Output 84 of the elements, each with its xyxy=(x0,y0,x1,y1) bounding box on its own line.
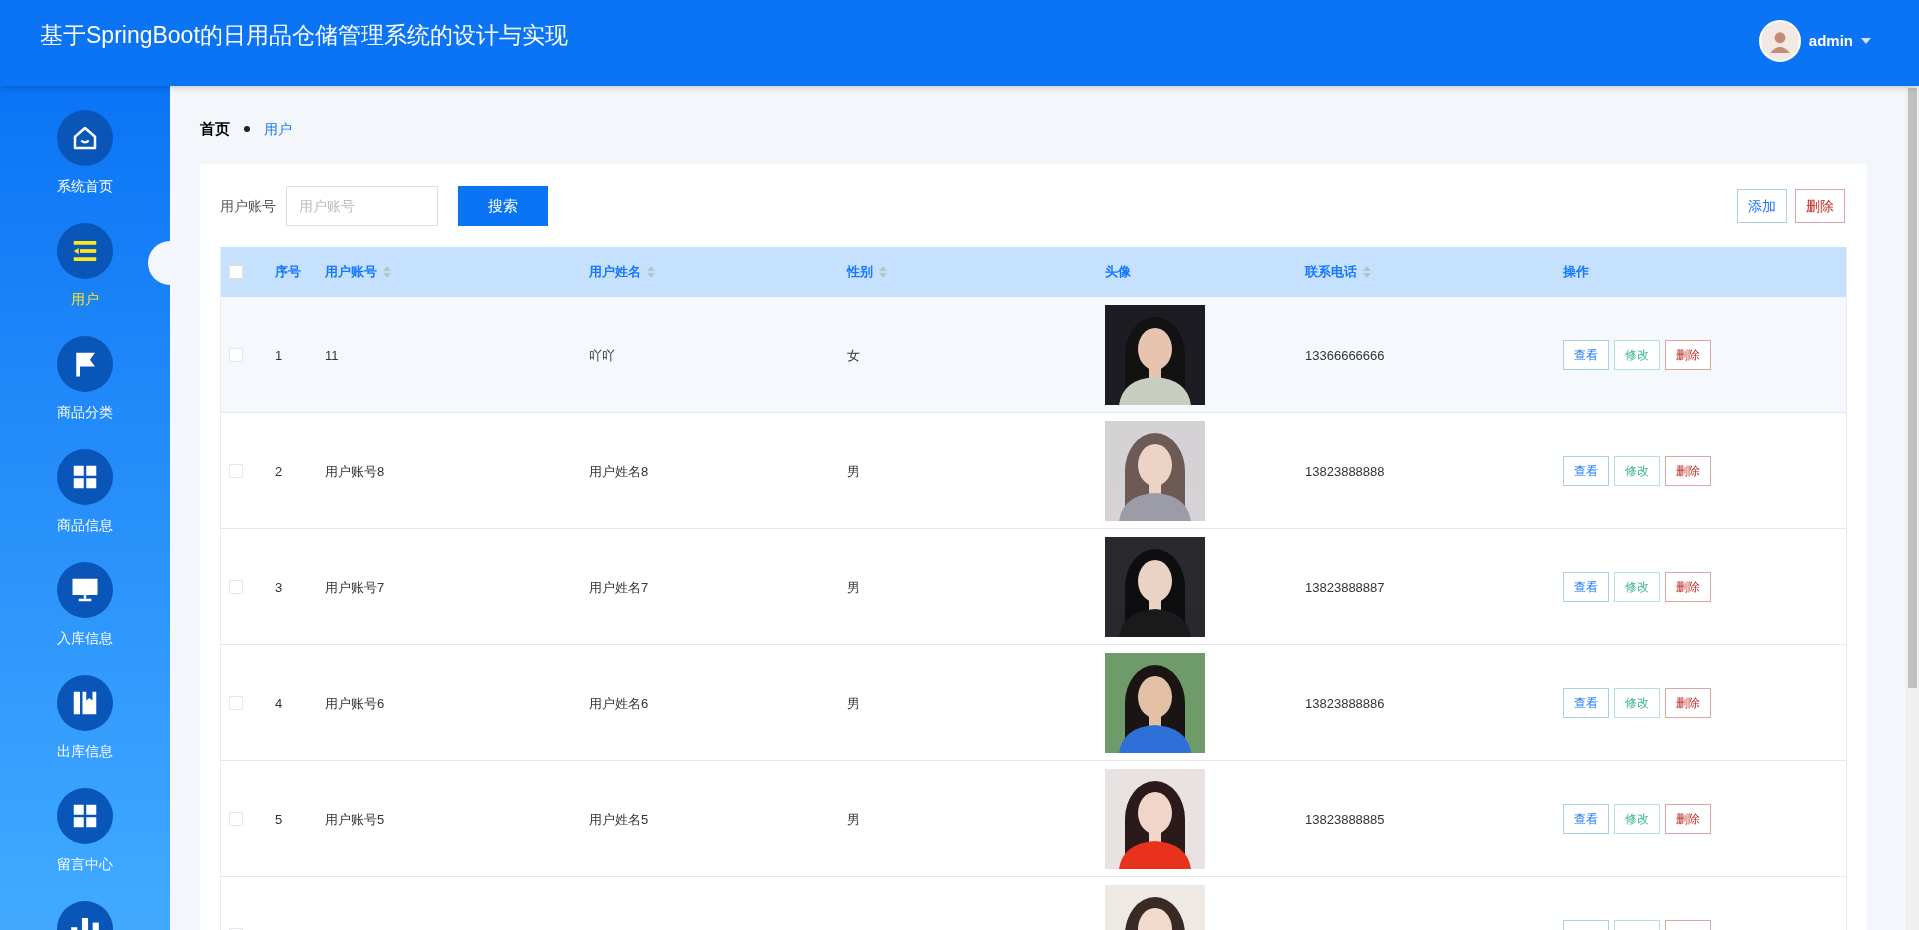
table-cell: 11 xyxy=(325,347,339,363)
table-cell: 用户账号8 xyxy=(325,463,385,479)
view-button[interactable]: 查看 xyxy=(1563,339,1609,370)
table-cell: 用户姓名6 xyxy=(589,695,649,711)
column-header[interactable]: 性别 xyxy=(847,262,873,282)
search-field[interactable]: 用户账号 xyxy=(286,186,438,226)
delete-button[interactable]: 删除 xyxy=(1665,339,1711,370)
table-cell: 用户姓名7 xyxy=(589,579,649,595)
sort-icon[interactable] xyxy=(383,266,391,278)
table-cell: 吖吖 xyxy=(589,347,615,363)
delete-button[interactable]: 删除 xyxy=(1795,189,1845,223)
row-checkbox[interactable] xyxy=(229,347,243,362)
user-avatar[interactable] xyxy=(1758,20,1801,62)
table-cell: 13823888886 xyxy=(1305,695,1385,711)
sidebar-label: 系统首页 xyxy=(57,177,113,196)
sidebar-label: 出库信息 xyxy=(57,742,113,761)
view-button[interactable]: 查看 xyxy=(1563,455,1609,486)
column-header: 头像 xyxy=(1105,263,1131,282)
table-cell: 男 xyxy=(847,463,860,479)
table-cell: 用户姓名5 xyxy=(589,811,649,827)
delete-button[interactable]: 删除 xyxy=(1665,687,1711,718)
search-label: 用户账号 xyxy=(220,196,276,216)
row-checkbox[interactable] xyxy=(229,579,243,594)
sort-icon[interactable] xyxy=(879,266,887,278)
view-button[interactable]: 查看 xyxy=(1563,571,1609,602)
view-button[interactable]: 查看 xyxy=(1563,803,1609,834)
scrollbar[interactable] xyxy=(1905,86,1919,930)
table-cell: 13823888885 xyxy=(1305,811,1385,827)
column-header[interactable]: 用户姓名 xyxy=(589,262,641,282)
delete-button[interactable]: 删除 xyxy=(1665,455,1711,486)
table-cell: 用户姓名8 xyxy=(589,463,649,479)
add-button[interactable]: 添加 xyxy=(1737,189,1787,223)
table-cell: 1 xyxy=(275,347,283,363)
sidebar-item[interactable]: 用户 xyxy=(0,223,170,310)
row-checkbox[interactable] xyxy=(229,695,243,710)
table-cell: 用户账号5 xyxy=(325,811,385,827)
sidebar-item[interactable]: 入库信息 xyxy=(0,562,170,649)
table-cell: 13366666666 xyxy=(1305,347,1385,363)
sort-icon[interactable] xyxy=(647,266,655,278)
row-checkbox[interactable] xyxy=(229,265,243,279)
sidebar-label: 商品分类 xyxy=(57,403,113,422)
edit-button[interactable]: 修改 xyxy=(1614,571,1660,602)
table-cell: 3 xyxy=(275,579,283,595)
table-cell: 男 xyxy=(847,811,860,827)
table-cell: 4 xyxy=(275,695,283,711)
delete-button[interactable]: 删除 xyxy=(1665,803,1711,834)
column-header: 操作 xyxy=(1563,263,1589,282)
table-cell: 2 xyxy=(275,463,283,479)
sidebar-label: 用户 xyxy=(71,290,99,309)
table-cell: 男 xyxy=(847,579,860,595)
row-checkbox[interactable] xyxy=(229,463,243,478)
table-cell: 男 xyxy=(847,695,860,711)
table-cell: 女 xyxy=(847,347,860,363)
sidebar-label: 入库信息 xyxy=(57,629,113,648)
sidebar-label: 留言中心 xyxy=(57,855,113,874)
breadcrumb-item[interactable]: 首页 xyxy=(200,117,230,141)
username[interactable]: admin xyxy=(1808,29,1853,53)
sidebar-label: 商品信息 xyxy=(57,516,113,535)
table-cell: 用户账号7 xyxy=(325,579,385,595)
column-header[interactable]: 用户账号 xyxy=(325,262,377,282)
table-cell: 5 xyxy=(275,811,283,827)
sidebar-item[interactable]: 出库信息 xyxy=(0,675,170,762)
column-header: 序号 xyxy=(275,263,301,282)
delete-button[interactable]: 删除 xyxy=(1665,571,1711,602)
app-title: 基于SpringBoot的日用品仓储管理系统的设计与实现 xyxy=(40,21,568,50)
table-cell: 13823888888 xyxy=(1305,463,1385,479)
table-cell: 13823888887 xyxy=(1305,579,1385,595)
view-button[interactable]: 查看 xyxy=(1563,687,1609,718)
table-cell: 用户账号6 xyxy=(325,695,385,711)
sidebar-item[interactable]: 系统首页 xyxy=(0,110,170,197)
sidebar-item[interactable]: 商品分类 xyxy=(0,336,170,423)
sort-icon[interactable] xyxy=(1363,266,1371,278)
sidebar-item[interactable]: 留言中心 xyxy=(0,788,170,875)
edit-button[interactable]: 修改 xyxy=(1614,455,1660,486)
active-notch xyxy=(148,241,170,285)
search-button[interactable]: 搜索 xyxy=(458,186,548,226)
edit-button[interactable]: 修改 xyxy=(1614,687,1660,718)
column-header[interactable]: 联系电话 xyxy=(1305,262,1357,282)
sidebar-item[interactable]: 商品信息 xyxy=(0,449,170,536)
edit-button[interactable]: 修改 xyxy=(1614,339,1660,370)
edit-button[interactable]: 修改 xyxy=(1614,803,1660,834)
breadcrumb-item: 用户 xyxy=(264,119,292,139)
caret-icon[interactable] xyxy=(1861,38,1871,44)
row-checkbox[interactable] xyxy=(229,811,243,826)
